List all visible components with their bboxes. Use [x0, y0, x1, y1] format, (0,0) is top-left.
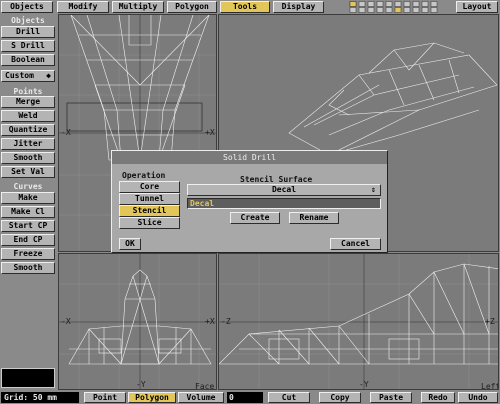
axis-label: -Y: [136, 380, 146, 389]
numeric-panel: [1, 368, 55, 388]
end-cp-button[interactable]: End CP: [1, 234, 55, 246]
surface-name-input[interactable]: Decal: [187, 198, 381, 209]
weld-button[interactable]: Weld: [1, 110, 55, 122]
surface-select-value: Decal: [271, 185, 297, 194]
smooth-curve-button[interactable]: Smooth: [1, 262, 55, 274]
menu-polygon[interactable]: Polygon: [167, 1, 217, 13]
quantize-button[interactable]: Quantize: [1, 124, 55, 136]
updown-arrow-icon: ⇕: [371, 185, 376, 194]
volume-mode-button[interactable]: Volume: [178, 392, 224, 403]
operation-tunnel-button[interactable]: Tunnel: [119, 193, 180, 205]
surface-input-text: Decal: [190, 199, 215, 208]
axis-label: -X: [61, 317, 71, 326]
boolean-button[interactable]: Boolean: [1, 54, 55, 66]
cut-button[interactable]: Cut: [268, 392, 310, 403]
surface-select[interactable]: Decal ⇕: [187, 184, 381, 196]
axis-label: -Z: [221, 317, 231, 326]
viewport-name: Face: [195, 382, 215, 390]
menu-display[interactable]: Display: [273, 1, 324, 13]
dialog-title: Solid Drill: [112, 151, 387, 164]
custom-label: Custom: [5, 71, 34, 80]
redo-button[interactable]: Redo: [421, 392, 455, 403]
menu-objects[interactable]: Objects: [1, 1, 53, 13]
axis-label: +X: [205, 128, 215, 137]
copy-button[interactable]: Copy: [319, 392, 361, 403]
section-curves: Curves: [13, 182, 43, 191]
wireframe-front-view: [59, 254, 216, 389]
axis-label: +Z: [485, 317, 495, 326]
cancel-button[interactable]: Cancel: [330, 238, 381, 250]
jitter-button[interactable]: Jitter: [1, 138, 55, 150]
axis-label: -Y: [359, 380, 369, 389]
menu-tools[interactable]: Tools: [220, 1, 270, 13]
axis-label: -X: [61, 128, 71, 137]
menu-modify[interactable]: Modify: [57, 1, 109, 13]
polygon-mode-button[interactable]: Polygon: [128, 392, 176, 403]
viewport-front[interactable]: -X +X -Y Face: [58, 253, 217, 390]
axis-label: +X: [205, 317, 215, 326]
layer-buttons[interactable]: [349, 1, 449, 13]
start-cp-button[interactable]: Start CP: [1, 220, 55, 232]
smooth-points-button[interactable]: Smooth: [1, 152, 55, 164]
make-closed-curve-button[interactable]: Make Cl: [1, 206, 55, 218]
drill-button[interactable]: Drill: [1, 26, 55, 38]
layout-button[interactable]: Layout: [456, 1, 498, 13]
selection-count: 0: [227, 392, 263, 403]
wireframe-side-view: [219, 254, 498, 389]
s-drill-button[interactable]: S Drill: [1, 40, 55, 52]
section-points: Points: [13, 87, 43, 96]
viewport-name: Left: [481, 382, 499, 390]
operation-slice-button[interactable]: Slice: [119, 217, 180, 229]
layer-grid-icon: [349, 1, 438, 13]
undo-button[interactable]: Undo: [458, 392, 498, 403]
rename-button[interactable]: Rename: [289, 212, 339, 224]
make-curve-button[interactable]: Make: [1, 192, 55, 204]
operation-stencil-button[interactable]: Stencil: [119, 205, 180, 217]
menu-multiply[interactable]: Multiply: [112, 1, 164, 13]
grid-size-readout: Grid: 50 mm: [1, 392, 79, 403]
paste-button[interactable]: Paste: [370, 392, 412, 403]
create-button[interactable]: Create: [230, 212, 280, 224]
point-mode-button[interactable]: Point: [84, 392, 126, 403]
solid-drill-dialog: Solid Drill Operation Core Tunnel Stenci…: [111, 150, 388, 253]
operation-core-button[interactable]: Core: [119, 181, 180, 193]
custom-select[interactable]: Custom ◆: [1, 70, 55, 82]
set-val-button[interactable]: Set Val: [1, 166, 55, 178]
stencil-surface-label: Stencil Surface: [240, 175, 313, 184]
merge-button[interactable]: Merge: [1, 96, 55, 108]
freeze-button[interactable]: Freeze: [1, 248, 55, 260]
section-objects: Objects: [11, 16, 45, 25]
viewport-side[interactable]: -Z +Z -Y Left: [218, 253, 499, 390]
ok-button[interactable]: OK: [119, 238, 141, 250]
operation-label: Operation: [122, 171, 166, 180]
dropdown-arrow-icon: ◆: [46, 71, 51, 80]
